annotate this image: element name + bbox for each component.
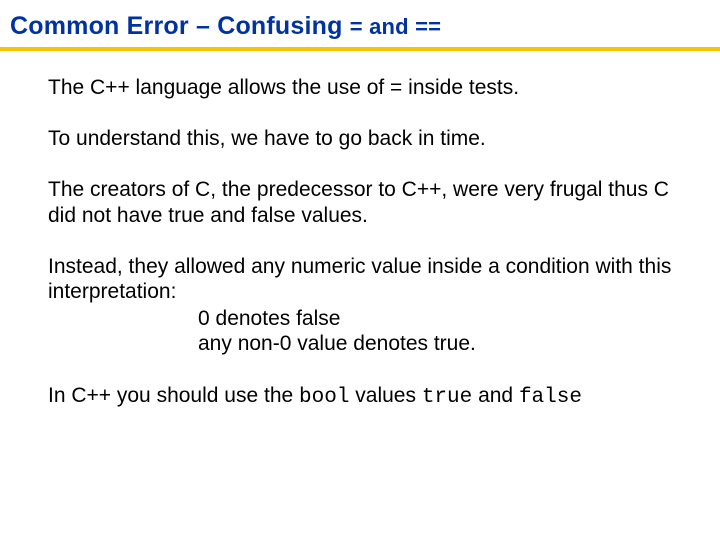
paragraph-3: The creators of C, the predecessor to C+…: [48, 177, 672, 227]
p5-code-bool: bool: [299, 386, 349, 409]
paragraph-5: In C++ you should use the bool values tr…: [48, 383, 672, 410]
title-sub: = and ==: [350, 14, 441, 39]
paragraph-1: The C++ language allows the use of = ins…: [48, 75, 672, 100]
paragraph-4-line1: 0 denotes false: [48, 306, 672, 331]
title-main: Common Error – Confusing: [10, 12, 350, 40]
paragraph-4-line2: any non-0 value denotes true.: [48, 331, 672, 356]
slide-title: Common Error – Confusing = and ==: [0, 0, 720, 47]
p5-text-e: and: [472, 384, 519, 407]
paragraph-2: To understand this, we have to go back i…: [48, 126, 672, 151]
p5-code-true: true: [422, 386, 472, 409]
p5-text-a: In C++ you should use the: [48, 384, 299, 407]
paragraph-4-lead: Instead, they allowed any numeric value …: [48, 254, 672, 304]
p5-code-false: false: [519, 386, 582, 409]
p5-text-c: values: [349, 384, 421, 407]
slide-body: The C++ language allows the use of = ins…: [0, 51, 720, 410]
slide: Common Error – Confusing = and == The C+…: [0, 0, 720, 540]
